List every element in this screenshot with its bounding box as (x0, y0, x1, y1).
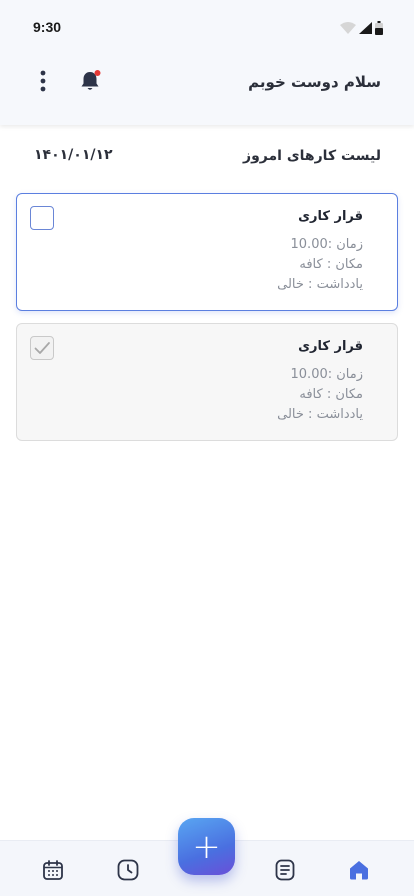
task-card[interactable]: قرار کاری زمان :10.00 مکان : کافه یادداش… (16, 323, 398, 441)
clock-icon (117, 859, 139, 881)
task-time: زمان :10.00 (290, 237, 363, 252)
battery-icon (375, 21, 383, 35)
nav-calendar[interactable] (41, 858, 65, 882)
notes-icon (275, 859, 295, 881)
nav-clock[interactable] (116, 858, 140, 882)
task-checkbox[interactable] (30, 206, 54, 230)
notification-dot (94, 70, 101, 76)
greeting-title: سلام دوست خوبم (248, 73, 381, 91)
add-task-button[interactable]: + (178, 818, 235, 875)
wifi-icon (340, 22, 356, 34)
status-bar: 9:30 (0, 0, 414, 52)
section-title: لیست کارهای امروز (243, 148, 381, 164)
task-location: مکان : کافه (299, 257, 363, 272)
nav-home[interactable] (347, 858, 371, 882)
notifications-button[interactable] (78, 69, 102, 93)
task-title: قرار کاری (298, 339, 363, 354)
nav-notes[interactable] (273, 858, 297, 882)
plus-icon: + (192, 826, 221, 867)
task-title: قرار کاری (298, 209, 363, 224)
home-icon (350, 861, 368, 880)
check-icon (34, 342, 50, 354)
more-vertical-icon (40, 70, 46, 92)
task-note: یادداشت : خالی (277, 407, 363, 422)
status-time: 9:30 (33, 19, 62, 35)
task-card[interactable]: قرار کاری زمان :10.00 مکان : کافه یادداش… (16, 193, 398, 311)
task-checkbox[interactable] (30, 336, 54, 360)
calendar-icon (43, 860, 63, 880)
task-location: مکان : کافه (299, 387, 363, 402)
task-note: یادداشت : خالی (277, 277, 363, 292)
signal-icon (359, 22, 372, 34)
bell-icon (81, 70, 101, 90)
more-menu-button[interactable] (36, 69, 50, 93)
app-header: 9:30 سلام دوست خوبم (0, 0, 414, 125)
today-date: ۱۴۰۱/۰۱/۱۲ (34, 147, 113, 163)
task-time: زمان :10.00 (290, 367, 363, 382)
status-icons (340, 21, 383, 35)
